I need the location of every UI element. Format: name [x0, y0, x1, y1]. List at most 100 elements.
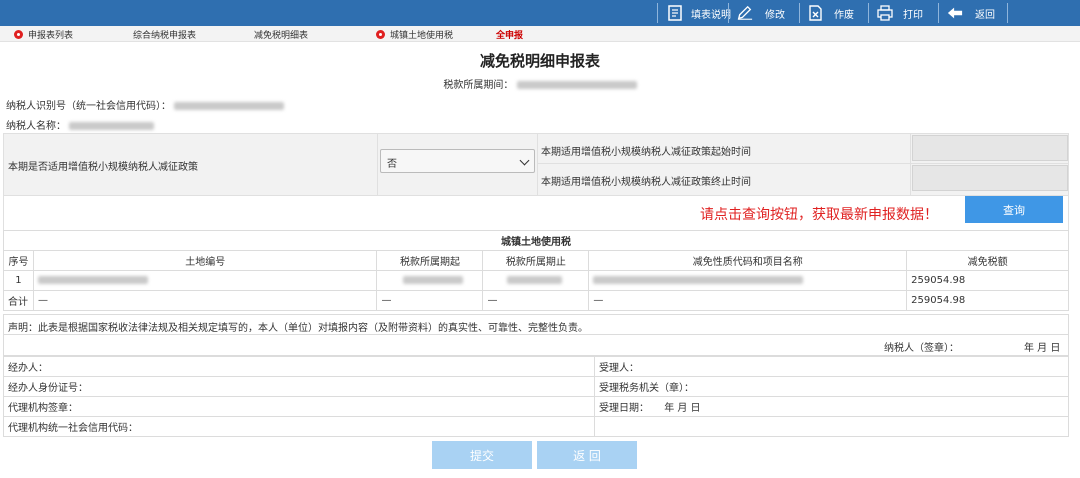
policy-end-date-input[interactable] — [912, 165, 1068, 191]
agent-row: 代理机构统一社会信用代码： — [3, 416, 1069, 437]
agent-row: 经办人身份证号： 受理税务机关（章）： — [3, 376, 1069, 397]
column-header: 序号 — [3, 250, 34, 271]
taxpayer-id: 纳税人识别号（统一社会信用代码）： — [6, 97, 285, 112]
redacted-period-end — [507, 276, 563, 284]
taxpayer-sign-date: 年 月 日 — [1024, 343, 1061, 354]
toolbar-divider — [728, 3, 729, 23]
row-number: 1 — [3, 270, 34, 291]
query-button[interactable]: 查询 — [965, 196, 1063, 223]
period-end-cell — [482, 270, 590, 291]
back-arrow-icon — [947, 5, 963, 21]
agent-table: 经办人： 受理人： 经办人身份证号： 受理税务机关（章）： 代理机构签章： 受理… — [3, 356, 1069, 437]
taxpayer-name-label: 纳税人名称： — [6, 121, 66, 132]
tab-tax-relief-detail[interactable]: 减免税明细表 — [254, 28, 308, 41]
policy-question: 本期是否适用增值税小规模纳税人减征政策 — [8, 162, 198, 173]
table-section-title: 城镇土地使用税 — [3, 230, 1069, 251]
total-dash: — — [588, 290, 908, 311]
column-header: 土地编号 — [32, 250, 378, 271]
receive-date-suffix: 年 月 日 — [664, 403, 701, 414]
policy-select[interactable]: 否 — [380, 149, 535, 173]
redacted-period-start — [403, 276, 464, 284]
column-header: 税款所属期止 — [482, 250, 590, 271]
handler-id-label: 经办人身份证号： — [3, 376, 595, 397]
divider — [910, 134, 911, 195]
relief-code-cell — [588, 270, 908, 291]
tab-label: 申报表列表 — [28, 31, 74, 41]
receive-date-cell: 受理日期： 年 月 日 — [594, 396, 1069, 417]
document-icon — [667, 5, 683, 21]
toolbar-back-button[interactable]: 返回 — [947, 4, 995, 22]
empty-cell — [594, 416, 1069, 437]
taxpayer-name: 纳税人名称： — [6, 117, 155, 132]
print-label: 打印 — [903, 9, 923, 21]
redacted-relief-code — [593, 276, 804, 284]
relief-amount: 259054.98 — [906, 270, 1069, 291]
agent-row: 经办人： 受理人： — [3, 356, 1069, 377]
fill-help-label: 填表说明 — [691, 9, 731, 21]
signature-row: 纳税人（签章）： 年 月 日 — [3, 335, 1069, 356]
period-start-cell — [376, 270, 484, 291]
agent-row: 代理机构签章： 受理日期： 年 月 日 — [3, 396, 1069, 417]
total-dash: — — [376, 290, 484, 311]
table-total-row: 合计 — — — — 259054.98 — [3, 290, 1069, 311]
top-toolbar: 填表说明 修改 作废 打印 返回 — [0, 0, 1080, 26]
table-row: 1 259054.98 — [3, 270, 1069, 291]
void-document-icon — [808, 5, 824, 21]
tab-label: 城镇土地使用税 — [390, 31, 454, 41]
tax-office-label: 受理税务机关（章）： — [594, 376, 1069, 397]
policy-start-label: 本期适用增值税小规模纳税人减征政策起始时间 — [541, 147, 751, 158]
tax-period-label: 税款所属期间： — [443, 80, 514, 91]
flower-icon — [14, 30, 23, 39]
taxpayer-id-label: 纳税人识别号（统一社会信用代码）： — [6, 101, 171, 112]
total-dash: — — [482, 290, 590, 311]
toolbar-divider — [1007, 3, 1008, 23]
chevron-down-icon — [519, 155, 530, 166]
tax-table: 城镇土地使用税 序号 土地编号 税款所属期起 税款所属期止 减免性质代码和项目名… — [3, 230, 1069, 311]
agency-code-label: 代理机构统一社会信用代码： — [3, 416, 595, 437]
policy-select-value: 否 — [387, 159, 397, 170]
total-label: 合计 — [3, 290, 34, 311]
tab-label: 综合纳税申报表 — [133, 31, 197, 41]
divider — [537, 163, 1068, 164]
redacted-land-number — [37, 276, 148, 284]
print-button[interactable]: 打印 — [877, 4, 923, 22]
printer-icon — [877, 5, 893, 21]
submit-button[interactable]: 提交 — [432, 441, 532, 469]
redacted-period — [516, 81, 637, 89]
fill-help-button[interactable]: 填表说明 — [667, 4, 731, 22]
toolbar-divider — [799, 3, 800, 23]
taxpayer-sign-label: 纳税人（签章）： — [884, 343, 959, 354]
page-title: 减免税明细申报表 — [479, 52, 600, 70]
receiver-label: 受理人： — [594, 356, 1069, 377]
divider — [537, 134, 538, 195]
tab-land-use-tax[interactable]: 城镇土地使用税 — [376, 28, 453, 41]
handler-label: 经办人： — [3, 356, 595, 377]
column-header: 减免税额 — [906, 250, 1069, 271]
toolbar-divider — [938, 3, 939, 23]
tab-label: 减免税明细表 — [254, 31, 309, 41]
back-button[interactable]: 返 回 — [537, 441, 637, 469]
redacted-taxpayer-id — [174, 102, 285, 110]
toolbar-divider — [657, 3, 658, 23]
tab-full-declaration[interactable]: 全申报 — [496, 28, 523, 41]
policy-start-date-input[interactable] — [912, 135, 1068, 161]
receive-date-label: 受理日期： — [599, 403, 649, 414]
tab-comprehensive-declaration[interactable]: 综合纳税申报表 — [133, 28, 196, 41]
toolbar-back-label: 返回 — [975, 9, 995, 21]
declaration-statement: 声明：此表是根据国家税收法律法规及相关规定填写的，本人（单位）对填报内容（及附带… — [3, 314, 1069, 335]
policy-section: 本期是否适用增值税小规模纳税人减征政策 否 本期适用增值税小规模纳税人减征政策起… — [3, 133, 1069, 196]
modify-button[interactable]: 修改 — [737, 4, 785, 22]
table-header-row: 序号 土地编号 税款所属期起 税款所属期止 减免性质代码和项目名称 减免税额 — [3, 250, 1069, 271]
tab-bar: 申报表列表 综合纳税申报表 减免税明细表 城镇土地使用税 全申报 — [0, 26, 1080, 42]
modify-label: 修改 — [765, 9, 785, 21]
total-amount: 259054.98 — [906, 290, 1069, 311]
redacted-taxpayer-name — [69, 122, 155, 130]
agency-seal-label: 代理机构签章： — [3, 396, 595, 417]
land-number-cell — [32, 270, 378, 291]
void-button[interactable]: 作废 — [808, 4, 854, 22]
query-notice: 请点击查询按钮，获取最新申报数据！ — [700, 207, 938, 223]
tab-declaration-list[interactable]: 申报表列表 — [14, 28, 73, 41]
flower-icon — [376, 30, 385, 39]
policy-end-label: 本期适用增值税小规模纳税人减征政策终止时间 — [541, 177, 751, 188]
pencil-icon — [737, 5, 753, 21]
